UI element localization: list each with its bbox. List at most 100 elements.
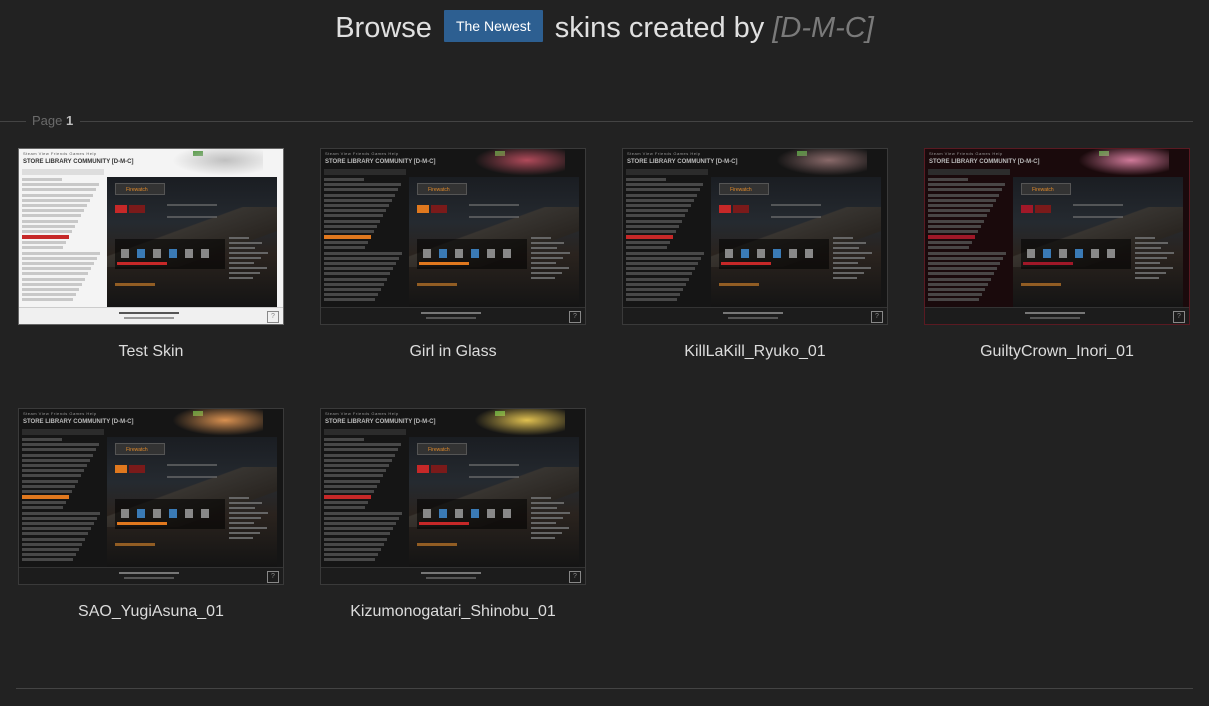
thumb-friend-icon [423,249,431,258]
thumb-list-row [324,241,368,245]
thumb-downloads-label [723,312,783,314]
thumb-link-row [833,262,858,264]
thumb-list-row [22,527,91,531]
thumb-search [324,429,406,435]
skin-thumbnail[interactable]: Steam View Friends Games Help STORE LIBR… [622,148,888,325]
thumb-store-button [431,205,447,213]
thumb-store-button [431,465,447,473]
thumb-list-row [324,183,401,187]
thumb-list-row [22,235,69,240]
thumb-list-row [22,193,93,197]
thumb-game-list [324,438,404,566]
thumb-friend-icon [471,249,479,258]
thumb-list-row [626,209,688,213]
thumb-list-row [22,438,62,441]
skin-card[interactable]: Steam View Friends Games Help STORE LIBR… [18,148,284,388]
thumb-list-row [22,229,72,233]
thumb-list-row [22,542,82,546]
thumb-game-list [626,178,706,306]
skin-thumbnail[interactable]: Steam View Friends Games Help STORE LIBR… [18,148,284,325]
pagination-divider: Page 1 [0,112,1193,130]
skin-title[interactable]: KillLaKill_Ryuko_01 [622,343,888,361]
thumb-nav: STORE LIBRARY COMMUNITY [D-M-C] [929,159,1040,165]
thumb-link-row [229,517,261,519]
header-middle: skins created by [554,12,765,44]
thumb-link-row [229,247,255,249]
skin-thumbnail[interactable]: Steam View Friends Games Help STORE LIBR… [18,408,284,585]
skin-card[interactable]: Steam View Friends Games Help STORE LIBR… [18,408,284,648]
thumb-store-button [733,205,749,213]
thumb-list-row [324,282,384,286]
thumb-list-row [626,256,701,260]
thumb-friend-icon [1043,249,1051,258]
skin-thumbnail[interactable]: Steam View Friends Games Help STORE LIBR… [924,148,1190,325]
thumb-list-row [324,532,390,536]
thumb-link-row [1135,267,1173,269]
thumb-list-row [626,178,666,181]
skin-card[interactable]: Steam View Friends Games Help STORE LIBR… [924,148,1190,388]
thumb-list-row [324,495,371,500]
thumb-game-title: Firewatch [1021,183,1071,195]
thumb-link-row [833,272,864,274]
skin-title[interactable]: GuiltyCrown_Inori_01 [924,343,1190,361]
thumb-list-row [22,553,76,557]
thumb-list-row [324,224,377,228]
thumb-list-row [324,178,364,181]
thumb-help-icon: ? [569,311,581,323]
thumb-link-row [229,527,267,529]
thumb-friend-icon [137,509,145,518]
skin-thumbnail[interactable]: Steam View Friends Games Help STORE LIBR… [320,408,586,585]
thumb-game-list [928,178,1008,306]
skin-title[interactable]: Kizumonogatari_Shinobu_01 [320,603,586,621]
thumb-list-row [928,193,999,197]
thumb-link-row [1135,242,1168,244]
thumb-friend-icon [169,249,177,258]
thumb-link-row [531,512,570,514]
thumb-link-row [229,277,253,279]
thumb-downloads-sub [426,317,476,319]
thumb-main-panel: Firewatch [409,437,579,567]
thumb-list-row [928,298,979,302]
thumb-friend-icon [137,249,145,258]
thumb-character-art [772,149,867,177]
thumb-link-row [229,252,268,254]
thumb-nav: STORE LIBRARY COMMUNITY [D-M-C] [23,159,134,165]
sort-dropdown-button[interactable]: The Newest [443,10,543,43]
skin-title[interactable]: Girl in Glass [320,343,586,361]
thumb-play-button [115,205,127,213]
thumb-list-row [928,209,990,213]
author-link[interactable]: [D-M-C] [772,12,873,44]
thumb-play-stats [1073,204,1123,218]
skin-thumbnail[interactable]: Steam View Friends Games Help STORE LIBR… [320,148,586,325]
thumb-links-list [833,237,873,287]
skin-card[interactable]: Steam View Friends Games Help STORE LIBR… [320,408,586,648]
thumb-link-row [1135,272,1166,274]
thumb-game-title: Firewatch [417,183,467,195]
page-label: Page [32,113,63,128]
skin-title[interactable]: SAO_YugiAsuna_01 [18,603,284,621]
thumb-list-row [22,516,97,520]
thumb-status-bar: ? [925,307,1189,324]
thumb-list-row [928,241,972,245]
skin-card[interactable]: Steam View Friends Games Help STORE LIBR… [622,148,888,388]
thumb-list-row [324,277,387,281]
thumb-list-row [324,469,386,473]
thumb-link-row [229,267,267,269]
thumb-character-art [470,409,565,437]
thumb-main-panel: Firewatch [107,177,277,307]
thumb-friend-icon [1075,249,1083,258]
thumb-list-row [22,443,99,447]
thumb-link-row [1135,237,1155,239]
thumb-link-row [531,237,551,239]
thumb-list-row [22,272,88,276]
thumb-list-row [22,277,85,281]
thumb-downloads-sub [124,317,174,319]
thumb-downloads-label [119,572,179,574]
thumb-list-row [22,198,90,202]
thumb-list-row [324,516,399,520]
skin-card[interactable]: Steam View Friends Games Help STORE LIBR… [320,148,586,388]
page-number[interactable]: 1 [66,113,73,128]
thumb-link-row [1135,257,1167,259]
skin-title[interactable]: Test Skin [18,343,284,361]
thumb-list-row [324,458,392,462]
